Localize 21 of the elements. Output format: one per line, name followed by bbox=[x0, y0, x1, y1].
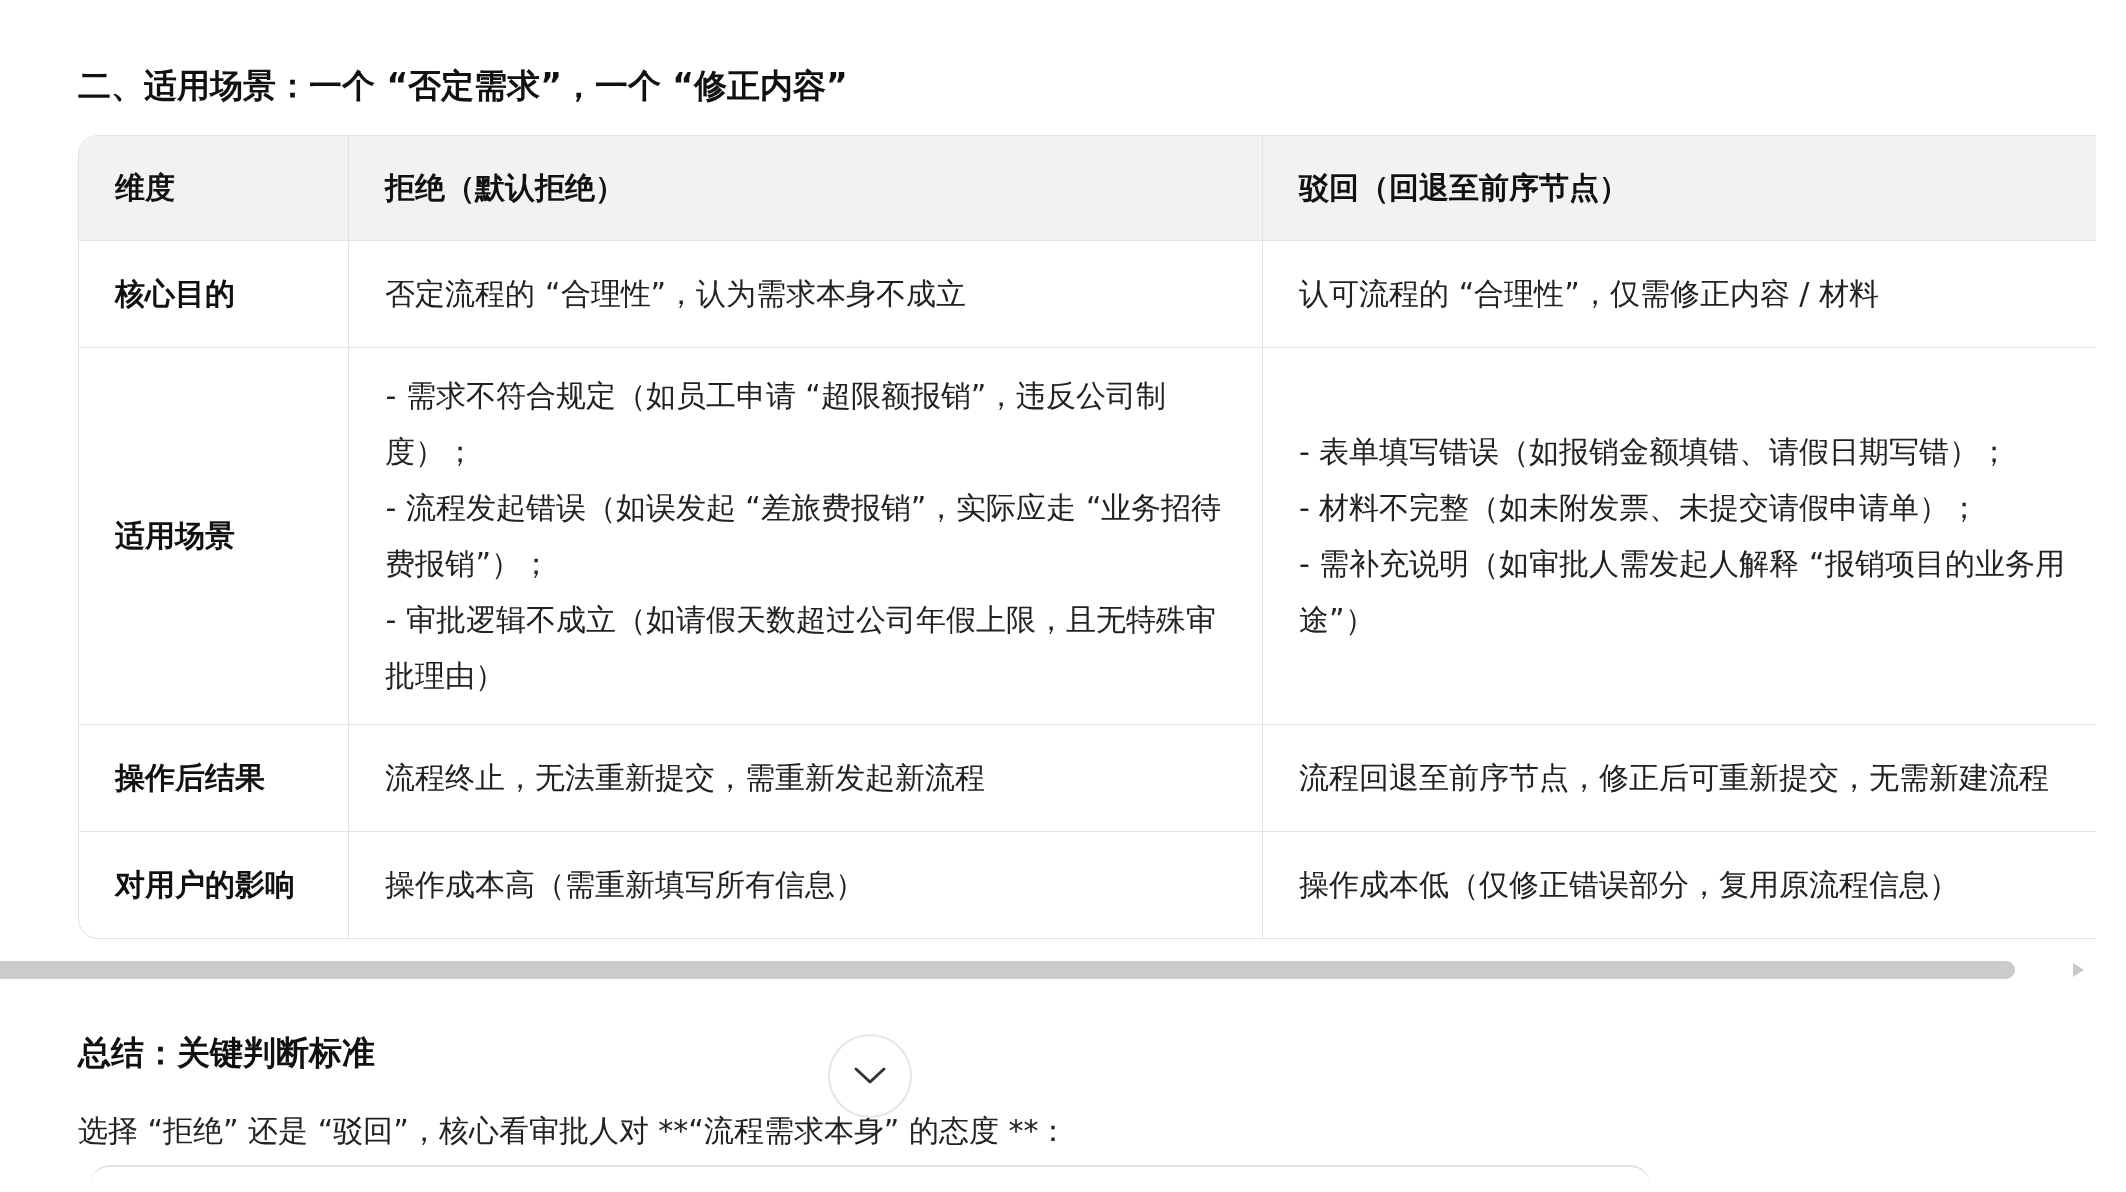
column-header: 维度 bbox=[79, 136, 349, 241]
summary-text: 选择 “拒绝” 还是 “驳回”，核心看审批人对 **“流程需求本身” 的态度 **： bbox=[78, 1112, 1069, 1150]
table-cell: 流程回退至前序节点，修正后可重新提交，无需新建流程 bbox=[1262, 724, 2096, 832]
row-header: 对用户的影响 bbox=[79, 831, 349, 938]
table-cell: 操作成本高（需重新填写所有信息） bbox=[348, 831, 1263, 938]
column-header: 拒绝（默认拒绝） bbox=[348, 136, 1263, 241]
table-cell: - 表单填写错误（如报销金额填错、请假日期写错）； - 材料不完整（如未附发票、未提交请假申请单）； - 需补充说明（如审批人需发起人解释 “报销项目的业务用途”） bbox=[1262, 347, 2096, 725]
row-header: 核心目的 bbox=[79, 240, 349, 348]
table-cell: 操作成本低（仅修正错误部分，复用原流程信息） bbox=[1262, 831, 2096, 938]
summary-heading: 总结：关键判断标准 bbox=[76, 1032, 376, 1074]
table-cell: 否定流程的 “合理性”，认为需求本身不成立 bbox=[348, 240, 1263, 348]
table-cell: 流程终止，无法重新提交，需重新发起新流程 bbox=[348, 724, 1263, 832]
table-cell: 认可流程的 “合理性”，仅需修正内容 / 材料 bbox=[1262, 240, 2096, 348]
chevron-down-icon bbox=[853, 1066, 887, 1086]
scroll-right-icon[interactable] bbox=[2070, 962, 2086, 978]
row-header: 适用场景 bbox=[79, 347, 349, 725]
table-cell: - 需求不符合规定（如员工申请 “超限额报销”，违反公司制度）； - 流程发起错误（如误发起 “差旅费报销”，实际应走 “业务招待费报销”）； - 审批逻辑不成立（如请假天数超过公司年假上限，且无特殊审批理由） bbox=[348, 347, 1263, 725]
row-header: 操作后结果 bbox=[79, 724, 349, 832]
scrollbar-thumb[interactable] bbox=[0, 961, 2015, 979]
column-header: 驳回（回退至前序节点） bbox=[1262, 136, 2096, 241]
section-heading: 二、适用场景：一个 “否定需求”，一个 “修正内容” bbox=[77, 65, 849, 107]
